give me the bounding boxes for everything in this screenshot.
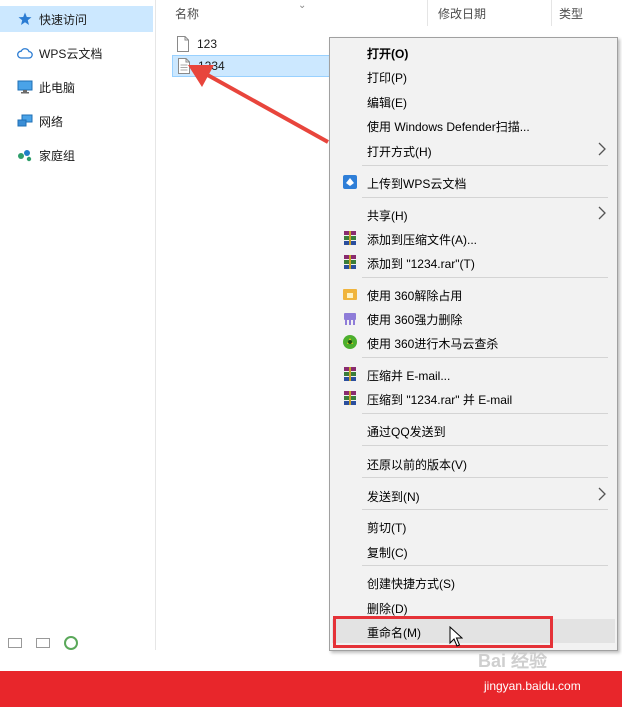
baidu-jingyan-logo: Bai 经验 xyxy=(478,651,548,671)
menu-separator xyxy=(362,165,608,166)
menu-item-copy[interactable]: 复制(C) xyxy=(332,539,615,563)
computer-icon xyxy=(16,78,34,96)
menu-separator xyxy=(362,477,608,478)
nav-item-network[interactable]: 网络 xyxy=(0,108,155,134)
status-bar xyxy=(0,636,155,650)
status-circle-icon xyxy=(64,636,78,650)
unlock-folder-icon xyxy=(343,289,357,300)
menu-separator xyxy=(362,509,608,510)
menu-item-add-to-archive[interactable]: 添加到压缩文件(A)... xyxy=(332,226,615,250)
column-name[interactable]: 名称 xyxy=(175,5,199,22)
winrar-icon xyxy=(344,255,356,269)
pin-star-icon xyxy=(16,10,34,28)
mouse-cursor-icon xyxy=(449,626,463,647)
menu-separator xyxy=(362,445,608,446)
nav-label: WPS云文档 xyxy=(39,46,103,61)
sort-arrow-icon: ⌄ xyxy=(298,0,307,11)
navigation-pane: 快速访问 WPS云文档 此电脑 网络 家庭组 xyxy=(0,0,156,650)
nav-item-this-pc[interactable]: 此电脑 xyxy=(0,74,155,100)
context-menu: 打开(O) 打印(P) 编辑(E) 使用 Windows Defender扫描.… xyxy=(329,37,618,651)
menu-item-print[interactable]: 打印(P) xyxy=(332,64,615,88)
shredder-icon xyxy=(344,313,356,325)
wps-cloud-icon xyxy=(343,175,357,189)
file-name: 123 xyxy=(197,37,218,51)
360-security-icon xyxy=(343,335,357,349)
file-row[interactable]: 123 xyxy=(172,33,328,55)
column-divider[interactable] xyxy=(427,0,428,26)
menu-item-defender-scan[interactable]: 使用 Windows Defender扫描... xyxy=(332,113,615,137)
menu-separator xyxy=(362,565,608,566)
nav-label: 此电脑 xyxy=(39,80,76,95)
nav-label: 家庭组 xyxy=(39,148,76,163)
text-file-icon xyxy=(177,36,189,52)
menu-item-360-force-delete[interactable]: 使用 360强力删除 xyxy=(332,306,615,330)
menu-item-send-to[interactable]: 发送到(N) xyxy=(332,483,615,507)
chevron-right-icon xyxy=(598,142,606,156)
menu-item-open-with[interactable]: 打开方式(H) xyxy=(332,138,615,162)
menu-item-upload-wps[interactable]: 上传到WPS云文档 xyxy=(332,170,615,194)
network-icon xyxy=(16,112,34,130)
column-date-modified[interactable]: 修改日期 xyxy=(438,5,486,22)
chevron-right-icon xyxy=(598,487,606,501)
column-divider[interactable] xyxy=(551,0,552,26)
rename-highlight-box xyxy=(333,616,553,648)
watermark-site: jingyan.baidu.com xyxy=(484,679,581,693)
nav-item-wps-cloud[interactable]: WPS云文档 xyxy=(0,40,155,66)
menu-separator xyxy=(362,197,608,198)
nav-item-homegroup[interactable]: 家庭组 xyxy=(0,142,155,168)
large-icons-view-icon[interactable] xyxy=(36,638,50,648)
menu-item-send-via-qq[interactable]: 通过QQ发送到 xyxy=(332,418,615,442)
menu-separator xyxy=(362,277,608,278)
chevron-right-icon xyxy=(598,206,606,220)
menu-item-add-to-rar[interactable]: 添加到 "1234.rar"(T) xyxy=(332,250,615,274)
menu-item-compress-rar-email[interactable]: 压缩到 "1234.rar" 并 E-mail xyxy=(332,386,615,410)
winrar-icon xyxy=(344,231,356,245)
menu-item-share[interactable]: 共享(H) xyxy=(332,202,615,226)
menu-item-create-shortcut[interactable]: 创建快捷方式(S) xyxy=(332,570,615,594)
nav-label: 网络 xyxy=(39,114,64,129)
winrar-icon xyxy=(344,391,356,405)
menu-separator xyxy=(362,413,608,414)
menu-item-compress-email[interactable]: 压缩并 E-mail... xyxy=(332,362,615,386)
menu-item-edit[interactable]: 编辑(E) xyxy=(332,89,615,113)
nav-item-quick-access[interactable]: 快速访问 xyxy=(0,6,153,32)
nav-label: 快速访问 xyxy=(39,12,88,27)
file-list-header: ⌄ 名称 修改日期 类型 xyxy=(156,0,622,26)
menu-item-restore-versions[interactable]: 还原以前的版本(V) xyxy=(332,451,615,475)
details-view-icon[interactable] xyxy=(8,638,22,648)
menu-item-360-unlock[interactable]: 使用 360解除占用 xyxy=(332,282,615,306)
annotation-arrow xyxy=(188,65,329,144)
menu-separator xyxy=(362,357,608,358)
winrar-icon xyxy=(344,367,356,381)
column-type[interactable]: 类型 xyxy=(559,5,583,22)
menu-item-cut[interactable]: 剪切(T) xyxy=(332,514,615,538)
menu-item-open[interactable]: 打开(O) xyxy=(332,40,615,64)
menu-item-360-trojan-scan[interactable]: 使用 360进行木马云查杀 xyxy=(332,330,615,354)
homegroup-icon xyxy=(16,146,34,164)
cloud-icon xyxy=(16,44,34,62)
